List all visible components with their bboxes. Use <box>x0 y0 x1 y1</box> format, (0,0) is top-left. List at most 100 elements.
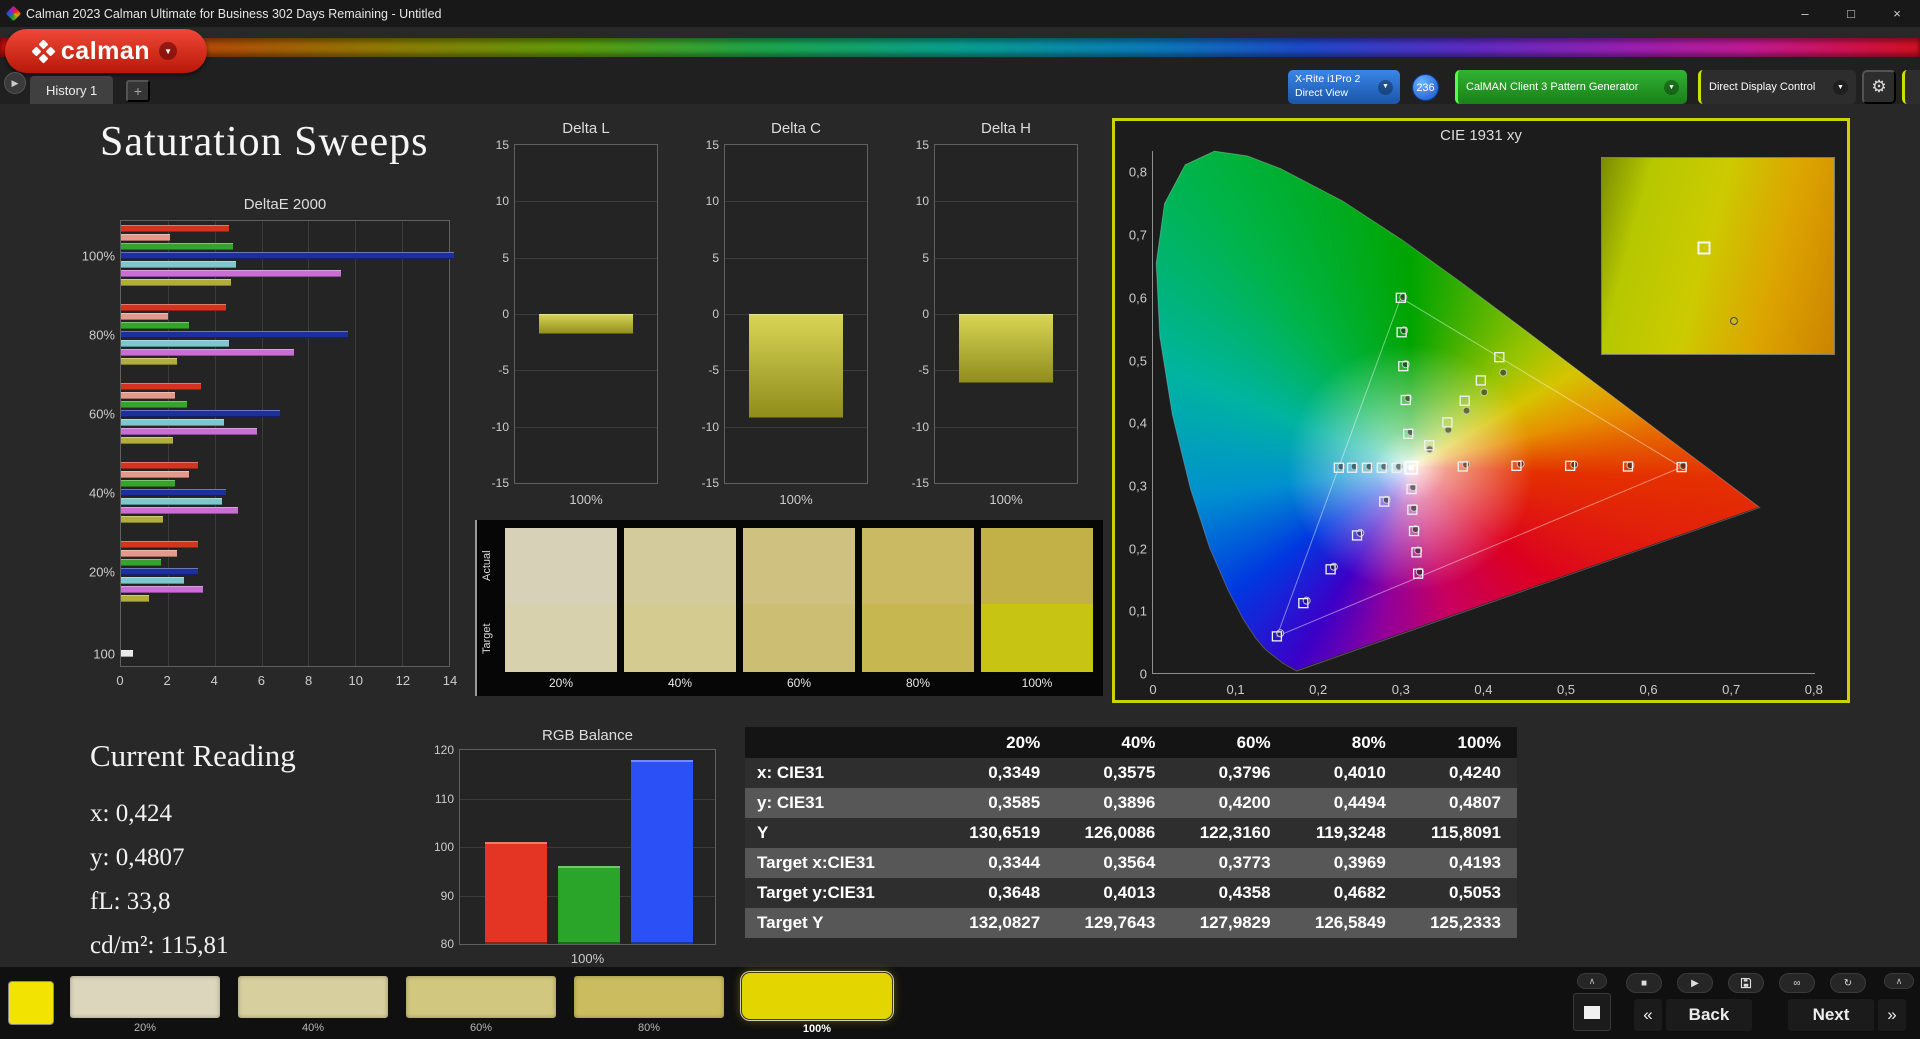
titlebar: Calman 2023 Calman Ultimate for Business… <box>0 0 1920 27</box>
value-cell: 0,3969 <box>1287 853 1402 873</box>
chevron-down-icon: ▼ <box>1833 80 1848 95</box>
deltae-bar <box>121 279 231 286</box>
maximize-button[interactable]: □ <box>1828 0 1874 27</box>
rgb-bar-green <box>558 866 620 944</box>
pattern-swatch-color <box>742 973 892 1019</box>
swatch-columns: 20%40%60%80%100% <box>505 528 1093 692</box>
add-tab-button[interactable]: + <box>126 80 150 102</box>
rgb-ytick-label: 100 <box>424 840 454 854</box>
delta-h-chart: Delta H 151050-5-10-15 100% <box>900 120 1096 520</box>
settings-button[interactable]: ⚙ <box>1862 70 1896 104</box>
row-label-cell: x: CIE31 <box>745 763 941 783</box>
pattern-generator-dropdown[interactable]: CalMAN Client 3 Pattern Generator ▼ <box>1455 70 1687 104</box>
value-cell: 119,3248 <box>1287 823 1402 843</box>
value-cell: 0,5053 <box>1402 883 1517 903</box>
target-swatch <box>505 604 617 672</box>
pattern-swatch-20%[interactable]: 20% <box>70 975 220 1037</box>
cie-xtick-label: 0,1 <box>1227 682 1245 697</box>
calman-menu-button[interactable]: calman ▼ <box>5 29 207 73</box>
reading-x: x: 0,424 <box>90 792 296 836</box>
minimize-button[interactable]: – <box>1782 0 1828 27</box>
display-control-dropdown[interactable]: Direct Display Control ▼ <box>1698 70 1856 104</box>
measured-point <box>1463 407 1470 414</box>
delta_l-gridline <box>515 201 657 202</box>
actual-row-label: Actual <box>481 528 497 604</box>
cie-1931-panel: CIE 1931 xy 00,10,20,30,40,50,60,70,80,8… <box>1112 118 1850 703</box>
pattern-swatch-100%[interactable]: 100% <box>742 975 892 1037</box>
tab-scroll-button[interactable]: ▶ <box>4 72 26 94</box>
deltae-group-label: 100 <box>75 646 115 661</box>
cie-ytick-label: 0,4 <box>1115 416 1147 431</box>
close-button[interactable]: × <box>1874 0 1920 27</box>
cie-xtick-label: 0 <box>1149 682 1156 697</box>
stop-button[interactable]: ■ <box>1626 973 1662 993</box>
gear-icon: ⚙ <box>1871 77 1886 97</box>
deltae-xtick-label: 8 <box>305 673 312 688</box>
deltae-group-label: 60% <box>75 406 115 421</box>
meter-count-badge[interactable]: 236 <box>1412 74 1439 101</box>
value-cell: 132,0827 <box>941 913 1056 933</box>
next-button[interactable]: Next <box>1788 999 1874 1031</box>
readings-table: 20%40%60%80%100%x: CIE310,33490,35750,37… <box>745 727 1517 938</box>
header-cell: 40% <box>1056 733 1171 753</box>
back-button[interactable]: Back <box>1666 999 1752 1031</box>
deltae-bar <box>121 541 198 548</box>
value-cell: 115,8091 <box>1402 823 1517 843</box>
back-chevron-button[interactable]: « <box>1634 999 1662 1031</box>
delta-l-title: Delta L <box>514 120 658 137</box>
pattern-swatch-80%[interactable]: 80% <box>574 975 724 1037</box>
meter-dropdown[interactable]: X-Rite i1Pro 2 Direct View ▼ <box>1288 70 1400 104</box>
delta_h-ytick-label: -15 <box>899 476 929 490</box>
calman-wordmark: calman <box>61 37 150 66</box>
link-button[interactable]: ∞ <box>1779 973 1815 993</box>
play-button[interactable]: ▶ <box>1677 973 1713 993</box>
deltae-plot: 100%80%60%40%20%100 <box>120 220 450 667</box>
table-row: y: CIE310,35850,38960,42000,44940,4807 <box>745 788 1517 818</box>
swatch-column-label: 80% <box>862 672 974 692</box>
pattern-window-button[interactable] <box>1573 993 1611 1031</box>
deltae-bar <box>121 595 149 602</box>
collapse-right-button[interactable]: ∧ <box>1884 973 1914 989</box>
current-pattern-chip[interactable] <box>8 981 54 1025</box>
delta-l-xlabel: 100% <box>514 492 658 507</box>
bottom-bar: 20% 40% 60% 80% 100% ∧ ■ ▶ ∞ ↻ « Back Next »… <box>0 967 1920 1039</box>
deltae-bar <box>121 507 238 514</box>
display-control-label: Direct Display Control <box>1709 81 1815 93</box>
tab-history-1[interactable]: History 1 <box>30 76 113 104</box>
collapse-left-button[interactable]: ∧ <box>1577 973 1607 989</box>
value-cell: 0,3796 <box>1171 763 1286 783</box>
rgb-xlabel: 100% <box>459 951 716 966</box>
delta_l-ytick-label: -5 <box>479 363 509 377</box>
deltae-bar <box>121 650 133 657</box>
deltae-bar <box>121 331 348 338</box>
delta_c-ytick-label: -15 <box>689 476 719 490</box>
deltae-bar <box>121 313 168 320</box>
delta_l-ytick-label: 15 <box>479 138 509 152</box>
cie-xtick-label: 0,8 <box>1805 682 1823 697</box>
delta_h-ytick-label: 0 <box>899 307 929 321</box>
actual-swatch <box>862 528 974 604</box>
next-chevron-button[interactable]: » <box>1878 999 1906 1031</box>
row-label-cell: Y <box>745 823 941 843</box>
refresh-button[interactable]: ↻ <box>1830 973 1866 993</box>
save-icon <box>1740 977 1752 989</box>
value-cell: 127,9829 <box>1171 913 1286 933</box>
cie-xtick-label: 0,3 <box>1392 682 1410 697</box>
pattern-swatch-60%[interactable]: 60% <box>406 975 556 1037</box>
pattern-swatch-color <box>574 976 724 1018</box>
cie-ytick-label: 0,8 <box>1115 165 1147 180</box>
deltae-bar <box>121 419 224 426</box>
deltae-bar <box>121 586 203 593</box>
delta-c-xlabel: 100% <box>724 492 868 507</box>
swatch-column: 20% <box>505 528 617 692</box>
window-title: Calman 2023 Calman Ultimate for Business… <box>26 7 441 21</box>
deltae-bar <box>121 225 229 232</box>
actual-swatch <box>624 528 736 604</box>
pattern-swatch-40%[interactable]: 40% <box>238 975 388 1037</box>
cie-xtick-label: 0,5 <box>1557 682 1575 697</box>
collapsed-panel-button[interactable] <box>1902 70 1920 104</box>
deltae-gridline <box>262 221 263 666</box>
deltae-xtick-label: 14 <box>443 673 457 688</box>
rgb-bar-blue <box>631 760 693 944</box>
save-button[interactable] <box>1728 973 1764 993</box>
